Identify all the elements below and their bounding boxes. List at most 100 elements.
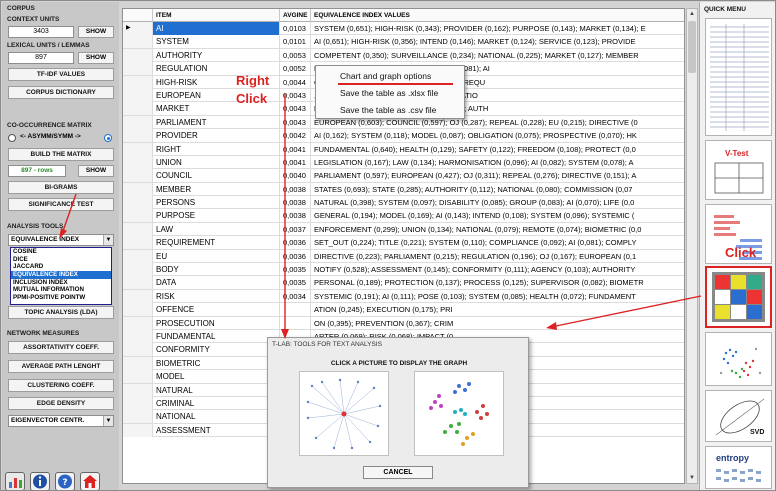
cell-values[interactable]: LEGISLATION (0,167); LAW (0,134); HARMON… [311, 156, 684, 169]
tfidf-values-button[interactable]: TF-IDF VALUES [8, 68, 114, 81]
row-marker[interactable] [123, 356, 153, 370]
header-item[interactable]: ITEM [153, 9, 280, 22]
cell-item[interactable]: PARLIAMENT [153, 115, 280, 129]
row-marker[interactable] [123, 62, 153, 76]
menu-item-chart-graph-options[interactable]: Chart and graph options [340, 71, 431, 81]
row-marker[interactable] [123, 35, 153, 49]
cell-values[interactable]: ENFORCEMENT (0,299); UNION (0,134); NATI… [311, 223, 684, 236]
cell-avg[interactable]: 0,0043 [280, 115, 311, 129]
cell-item[interactable]: SYSTEM [153, 35, 280, 49]
table-row[interactable]: LAW 0,0037 ENFORCEMENT (0,299); UNION (0,1… [123, 222, 684, 237]
cell-item[interactable]: RIGHT [153, 142, 280, 156]
cell-item[interactable]: REQUIREMENT [153, 236, 280, 250]
quick-menu-graph-options-thumb[interactable] [705, 266, 772, 328]
info-icon[interactable] [30, 472, 50, 490]
row-marker[interactable] [123, 169, 153, 183]
cell-avg[interactable]: 0,0035 [280, 263, 311, 277]
table-row[interactable]: SYSTEM 0,0101 AI (0,651); HIGH-RISK (0,356… [123, 35, 684, 49]
cell-avg[interactable]: 0,0053 [280, 48, 311, 62]
row-marker[interactable] [123, 142, 153, 156]
row-marker[interactable] [123, 75, 153, 89]
table-row[interactable]: ▶ AI 0,0103 SYSTEM (0,651); HIGH-RISK (0,34… [123, 22, 684, 36]
row-marker[interactable] [123, 115, 153, 129]
lexical-units-show-button[interactable]: SHOW [78, 52, 114, 64]
header-avg[interactable]: AVGINE [280, 9, 311, 22]
cell-item[interactable]: LAW [153, 222, 280, 236]
row-marker[interactable] [123, 289, 153, 303]
row-marker[interactable] [123, 410, 153, 424]
assortativity-button[interactable]: ASSORTATIVITY COEFF. [8, 341, 114, 354]
quick-menu-scatter-thumb[interactable] [705, 332, 772, 386]
row-marker[interactable] [123, 370, 153, 384]
cell-values[interactable]: ON (0,395); PREVENTION (0,367); CRIM [311, 317, 684, 330]
table-row[interactable]: UNION 0,0041 LEGISLATION (0,167); LAW (0,1… [123, 155, 684, 170]
table-row[interactable]: REQUIREMENT 0,0036 SET_OUT (0,224); TITLE … [123, 236, 684, 250]
cell-values[interactable]: AI (0,162); SYSTEM (0,118); MODEL (0,087… [311, 129, 684, 142]
cell-values[interactable]: PARLIAMENT (0,597); EUROPEAN (0,427); OJ… [311, 169, 684, 182]
cell-item[interactable]: PERSONS [153, 196, 280, 210]
cell-item[interactable]: NATURAL [153, 383, 280, 397]
quick-menu-vtest-thumb[interactable]: V-Test [705, 140, 772, 200]
table-row[interactable]: OFFENCE ATION (0,245); EXECUTION (0,175);… [123, 303, 684, 317]
menu-item-save-csv[interactable]: Save the table as .csv file [340, 105, 436, 115]
header-values[interactable]: EQUIVALENCE INDEX VALUES [311, 9, 684, 22]
scroll-thumb[interactable] [688, 21, 696, 73]
chevron-down-icon[interactable]: ▼ [103, 416, 113, 426]
row-marker[interactable] [123, 129, 153, 143]
row-marker[interactable] [123, 263, 153, 277]
quick-menu-table-thumb[interactable] [705, 18, 772, 136]
table-row[interactable]: PURPOSE 0,0038 GENERAL (0,194); MODEL (0,1… [123, 209, 684, 223]
eigenvector-select[interactable]: EIGENVECTOR CENTR. ▼ [8, 415, 114, 427]
cell-avg[interactable]: 0,0034 [280, 289, 311, 303]
analysis-option-jaccard[interactable]: JACCARD [11, 263, 111, 271]
row-marker[interactable]: ▶ [123, 22, 153, 35]
cell-avg[interactable]: 0,0052 [280, 62, 311, 76]
cell-item[interactable]: MEMBER [153, 182, 280, 196]
row-marker[interactable] [123, 102, 153, 116]
cell-avg[interactable]: 0,0038 [280, 182, 311, 196]
cell-avg[interactable]: 0,0035 [280, 276, 311, 290]
asymm-radio[interactable] [8, 134, 16, 142]
scroll-down-icon[interactable]: ▼ [688, 474, 696, 482]
cell-item[interactable]: AI [153, 22, 280, 35]
cell-item[interactable]: AUTHORITY [153, 48, 280, 62]
cell-values[interactable]: PERSONAL (0,189); PROTECTION (0,137); PR… [311, 276, 684, 289]
help-icon[interactable]: ? [55, 472, 75, 490]
cell-avg[interactable]: 0,0036 [280, 236, 311, 250]
average-path-button[interactable]: AVERAGE PATH LENGHT [8, 360, 114, 373]
cell-item[interactable]: PROSECUTION [153, 316, 280, 330]
cancel-button[interactable]: CANCEL [363, 466, 433, 479]
cell-values[interactable]: SYSTEM (0,651); HIGH-RISK (0,343); PROVI… [311, 22, 684, 35]
row-marker[interactable] [123, 196, 153, 210]
cell-avg[interactable]: 0,0103 [280, 22, 311, 35]
bigrams-button[interactable]: BI-GRAMS [8, 181, 114, 194]
row-marker[interactable] [123, 48, 153, 62]
build-matrix-button[interactable]: BUILD THE MATRIX [8, 148, 114, 161]
quick-menu-entropy-thumb[interactable]: entropy [705, 446, 772, 489]
analysis-option-dice[interactable]: DICE [11, 256, 111, 264]
cell-values[interactable]: NOTIFY (0,528); ASSESSMENT (0,145); CONF… [311, 263, 684, 276]
graph-thumb-radial[interactable] [299, 371, 389, 456]
analysis-option-equivalence[interactable]: EQUIVALENCE INDEX [11, 271, 111, 279]
cell-item[interactable]: DATA [153, 276, 280, 290]
matrix-rows-show-button[interactable]: SHOW [78, 165, 114, 177]
table-row[interactable]: COUNCIL 0,0040 PARLIAMENT (0,597); EUROPEA… [123, 169, 684, 183]
table-row[interactable]: PERSONS 0,0038 NATURAL (0,398); SYSTEM (0,… [123, 196, 684, 210]
cell-values[interactable]: SYSTEMIC (0,191); AI (0,111); POSE (0,10… [311, 290, 684, 303]
context-units-show-button[interactable]: SHOW [78, 26, 114, 38]
cell-item[interactable]: CONFORMITY [153, 343, 280, 357]
analysis-tool-select[interactable]: EQUIVALENCE INDEX ▼ [8, 234, 114, 246]
cell-avg[interactable]: 0,0041 [280, 142, 311, 156]
cell-avg[interactable] [280, 303, 311, 317]
topic-analysis-button[interactable]: TOPIC ANALYSIS (LDA) [8, 306, 114, 319]
cell-avg[interactable]: 0,0043 [280, 88, 311, 102]
cell-avg[interactable] [280, 316, 311, 330]
cell-values[interactable]: AI (0,651); HIGH-RISK (0,356); INTEND (0… [311, 35, 684, 48]
analysis-option-ppmi[interactable]: PPMI-POSITIVE POINTW [11, 294, 111, 302]
cell-item[interactable]: OFFENCE [153, 303, 280, 317]
cell-values[interactable]: COMPETENT (0,350); SURVEILLANCE (0,234);… [311, 49, 684, 62]
graph-thumb-clusters[interactable] [414, 371, 504, 456]
cell-avg[interactable]: 0,0041 [280, 155, 311, 169]
cell-avg[interactable]: 0,0037 [280, 222, 311, 236]
cell-item[interactable]: MODEL [153, 370, 280, 384]
